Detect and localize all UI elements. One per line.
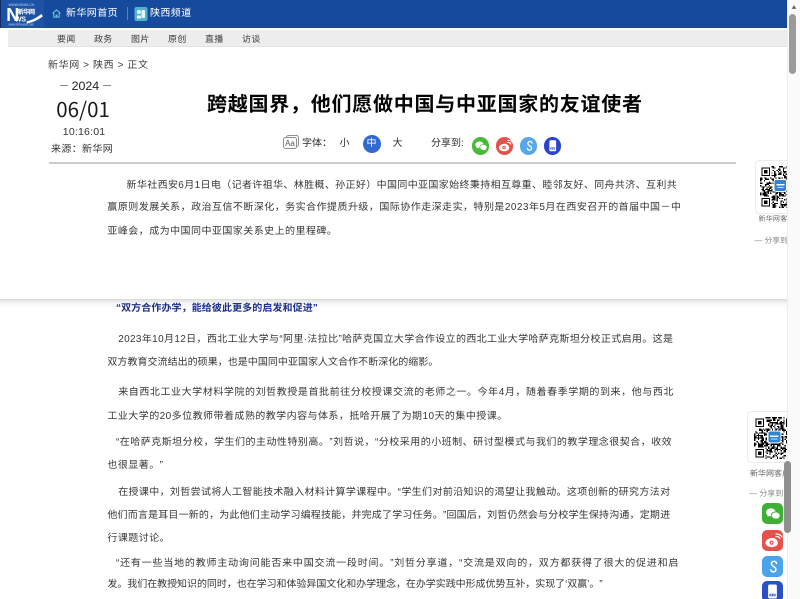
svg-text:www.xinhuanet.com: www.xinhuanet.com <box>9 22 35 26</box>
